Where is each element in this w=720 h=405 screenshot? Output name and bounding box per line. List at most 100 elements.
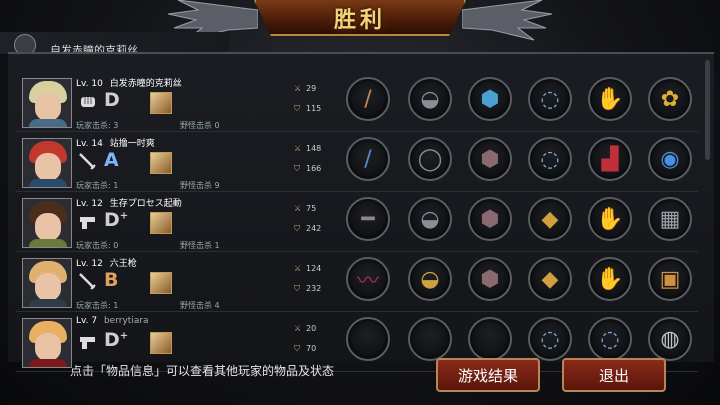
item-slot-armor[interactable]: ⬢ bbox=[468, 197, 512, 241]
player-grade: D+ bbox=[104, 209, 129, 231]
defense-stat: ⛉ 115 bbox=[294, 104, 321, 114]
item-slot-chest[interactable]: ⬢ bbox=[468, 77, 512, 121]
item-slot-whip[interactable]: 〰 bbox=[346, 257, 390, 301]
player-name: 生存プロセス起動 bbox=[109, 199, 182, 209]
item-slot-rifle[interactable]: ━ bbox=[346, 197, 390, 241]
item-slot-gauntlet[interactable]: ✋ bbox=[588, 257, 632, 301]
helmet-icon: ◒ bbox=[420, 206, 440, 232]
monster-kills: 野怪击杀 9 bbox=[180, 181, 220, 190]
avatar-body bbox=[29, 119, 67, 127]
box-icon: ▣ bbox=[659, 266, 681, 292]
item-slot-amulet[interactable]: ◆ bbox=[528, 257, 572, 301]
item-slot-ring[interactable]: ◯ bbox=[408, 137, 452, 181]
player-kills: 玩家击杀: 1 bbox=[76, 181, 119, 190]
item-slot-box[interactable]: ▣ bbox=[648, 257, 692, 301]
item-slot-armor[interactable]: ⬢ bbox=[468, 257, 512, 301]
item-slot-empty[interactable] bbox=[408, 317, 452, 361]
amulet-icon: ◆ bbox=[541, 266, 559, 292]
blade-icon bbox=[78, 152, 98, 172]
character-skill-icon bbox=[150, 212, 172, 234]
player-level: Lv. 12 bbox=[76, 259, 103, 269]
armor-icon: ⬢ bbox=[480, 206, 500, 232]
item-slot-bracelet[interactable]: ◌ bbox=[528, 77, 572, 121]
gem-ring-icon: ◉ bbox=[660, 146, 680, 172]
attack-stat: ⚔ 124 bbox=[294, 264, 321, 273]
item-slot-necklace[interactable]: ◌ bbox=[528, 137, 572, 181]
monster-kills: 野怪击杀 1 bbox=[180, 241, 220, 250]
player-avatar[interactable] bbox=[22, 258, 72, 308]
defense-stat: ⛉ 70 bbox=[294, 344, 316, 354]
player-level: Lv. 7 bbox=[76, 316, 98, 326]
panel-scrollbar[interactable] bbox=[705, 60, 710, 160]
avatar-body bbox=[29, 299, 67, 307]
defense-value: 242 bbox=[306, 224, 322, 233]
shield-icon: ⛉ bbox=[294, 224, 300, 233]
defense-value: 232 bbox=[306, 284, 322, 293]
attack-stat: ⚔ 20 bbox=[294, 324, 316, 333]
item-slot-gem-ring[interactable]: ◉ bbox=[648, 137, 692, 181]
avatar-body bbox=[29, 359, 67, 367]
item-slot-ribbon[interactable]: ✿ bbox=[648, 77, 692, 121]
item-slot-vest[interactable]: ▦ bbox=[648, 197, 692, 241]
item-slot-gauntlet[interactable]: ✋ bbox=[588, 197, 632, 241]
player-grade: B bbox=[104, 269, 119, 291]
avatar-body bbox=[29, 239, 67, 247]
player-kills: 玩家击杀: 0 bbox=[76, 241, 119, 250]
player-avatar[interactable] bbox=[22, 318, 72, 368]
player-level-name: Lv. 14 站撸一时爽 bbox=[76, 136, 155, 149]
ribbon-icon: ✿ bbox=[660, 86, 680, 112]
player-name: 六王枪 bbox=[109, 259, 137, 269]
player-avatar[interactable] bbox=[22, 78, 72, 128]
item-slot-bracelet-silver[interactable]: ◍ bbox=[648, 317, 692, 361]
item-slot-gloves[interactable]: ✋ bbox=[588, 77, 632, 121]
attack-value: 75 bbox=[306, 204, 317, 213]
item-slot-boots[interactable]: ▟ bbox=[588, 137, 632, 181]
avatar-face bbox=[35, 213, 61, 241]
vest-icon: ▦ bbox=[659, 206, 681, 232]
item-slot-helmet[interactable]: ◒ bbox=[408, 77, 452, 121]
player-row[interactable]: Lv. 12 六王枪 B 玩家击杀: 1 野怪击杀 4 ⚔ 124 ⛉ 232 〰 ◒… bbox=[16, 254, 698, 312]
amulet-icon: ◆ bbox=[541, 206, 559, 232]
item-slot-sword[interactable]: / bbox=[346, 137, 390, 181]
player-row[interactable]: Lv. 12 生存プロセス起動 D+ 玩家击杀: 0 野怪击杀 1 ⚔ 75 ⛉ 2… bbox=[16, 194, 698, 252]
player-kills: 玩家击杀: 1 bbox=[76, 301, 119, 310]
player-kills: 玩家击杀: 3 bbox=[76, 121, 119, 130]
ring-icon: ◯ bbox=[417, 146, 443, 172]
player-row[interactable]: Lv. 10 白发赤瞳的克莉丝 D 玩家击杀: 3 野怪击杀 0 ⚔ 29 ⛉ 11… bbox=[16, 74, 698, 132]
item-slot-amulet[interactable]: ◆ bbox=[528, 197, 572, 241]
player-level-name: Lv. 10 白发赤瞳的克莉丝 bbox=[76, 76, 182, 89]
player-row[interactable]: Lv. 14 站撸一时爽 A 玩家击杀: 1 野怪击杀 9 ⚔ 148 ⛉ 166 … bbox=[16, 134, 698, 192]
defense-stat: ⛉ 242 bbox=[294, 224, 321, 234]
game-results-button[interactable]: 游戏结果 bbox=[436, 358, 540, 392]
exit-button[interactable]: 退出 bbox=[562, 358, 666, 392]
necklace-icon: ◌ bbox=[540, 326, 560, 352]
item-slot-empty[interactable] bbox=[468, 317, 512, 361]
bracelet-silver-icon: ◍ bbox=[660, 326, 680, 352]
player-level-name: Lv. 7 berrytiara bbox=[76, 316, 149, 326]
player-level: Lv. 12 bbox=[76, 199, 103, 209]
spear-icon: / bbox=[364, 86, 372, 112]
shield-icon: ⛉ bbox=[294, 104, 300, 113]
avatar-face bbox=[35, 93, 61, 121]
fist-icon bbox=[78, 92, 98, 112]
attack-stat: ⚔ 148 bbox=[294, 144, 321, 153]
item-slot-helmet-gold[interactable]: ◒ bbox=[408, 257, 452, 301]
victory-title: 胜利 bbox=[333, 8, 386, 33]
shield-icon: ⛉ bbox=[294, 344, 300, 353]
player-level: Lv. 10 bbox=[76, 79, 103, 89]
pistol-icon bbox=[78, 212, 98, 232]
avatar-body bbox=[29, 179, 67, 187]
item-slot-spear[interactable]: / bbox=[346, 77, 390, 121]
defense-value: 166 bbox=[306, 164, 322, 173]
item-slot-armor[interactable]: ⬢ bbox=[468, 137, 512, 181]
item-slot-helmet[interactable]: ◒ bbox=[408, 197, 452, 241]
character-skill-icon bbox=[150, 92, 172, 114]
armor-icon: ⬢ bbox=[480, 266, 500, 292]
item-slot-necklace[interactable]: ◌ bbox=[528, 317, 572, 361]
right-wing-ornament bbox=[462, 0, 552, 41]
player-avatar[interactable] bbox=[22, 138, 72, 188]
item-slot-empty[interactable] bbox=[346, 317, 390, 361]
item-slot-bracelet[interactable]: ◌ bbox=[588, 317, 632, 361]
necklace-icon: ◌ bbox=[540, 146, 560, 172]
player-avatar[interactable] bbox=[22, 198, 72, 248]
